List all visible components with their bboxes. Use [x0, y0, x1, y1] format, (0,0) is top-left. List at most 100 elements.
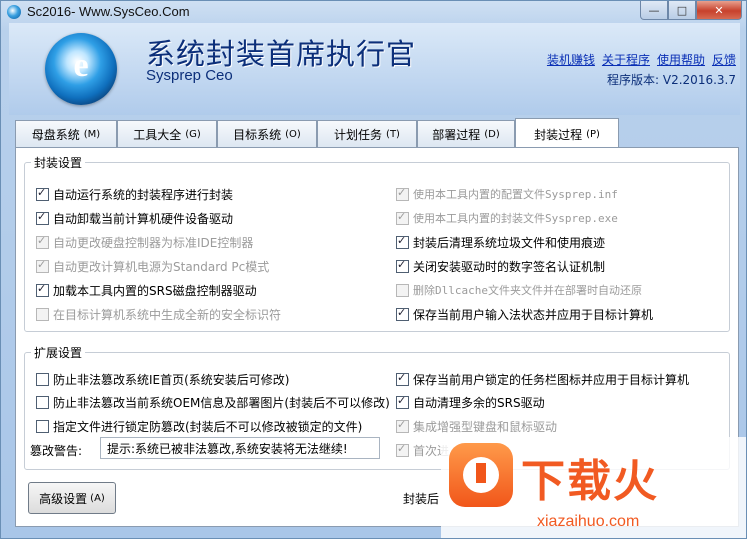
version-label: 程序版本: V2.2016.3.7: [607, 73, 736, 87]
checkbox-builtin-inf[interactable]: 使用本工具内置的配置文件Sysprep.inf: [396, 186, 618, 202]
checkbox-box[interactable]: [36, 396, 49, 409]
tab-scheduled-tasks[interactable]: 计划任务 (T): [317, 120, 417, 148]
checkbox-box[interactable]: [396, 210, 409, 225]
link-help[interactable]: 使用帮助: [657, 51, 705, 68]
header-links: 装机赚钱 关于程序 使用帮助 反馈: [547, 51, 736, 68]
checkbox-disable-signature[interactable]: 关闭安装驱动时的数字签名认证机制: [396, 258, 605, 275]
app-window: Sc2016- Www.SysCeo.Com — □ ✕ e 系统封装首席执行官…: [0, 0, 747, 539]
app-icon: [7, 5, 21, 19]
watermark-domain: xiazaihuo.com: [537, 513, 640, 530]
checkbox-box[interactable]: [396, 394, 409, 409]
checkbox-clean-srs[interactable]: 自动清理多余的SRS驱动: [396, 394, 545, 411]
app-logo-icon: e: [45, 33, 117, 105]
checkbox-box[interactable]: [36, 186, 49, 201]
checkbox-label: 自动清理多余的SRS驱动: [413, 396, 545, 410]
checkbox-box[interactable]: [36, 420, 49, 433]
checkbox-label: 自动更改计算机电源为Standard Pc模式: [53, 260, 270, 274]
tab-label: 工具大全: [133, 128, 182, 142]
checkbox-box[interactable]: [36, 282, 49, 297]
checkbox-clean-junk[interactable]: 封装后清理系统垃圾文件和使用痕迹: [396, 234, 605, 251]
tamper-warning-label: 篡改警告:: [30, 444, 83, 458]
close-button[interactable]: ✕: [696, 1, 742, 20]
watermark-title: 下载火: [521, 456, 659, 507]
seal-settings-title: 封装设置: [34, 156, 83, 170]
minimize-button[interactable]: —: [640, 1, 668, 20]
tab-label: 部署过程: [432, 128, 481, 142]
checkbox-box[interactable]: [396, 283, 409, 297]
after-seal-label: 封装后: [403, 492, 440, 506]
checkbox-label: 防止非法篡改系统IE首页(系统安装后可修改): [53, 373, 290, 387]
checkbox-label: 自动更改硬盘控制器为标准IDE控制器: [53, 236, 254, 250]
checkbox-box[interactable]: [36, 373, 49, 386]
checkbox-box[interactable]: [36, 308, 49, 321]
checkbox-label: 集成增强型键盘和鼠标驱动: [413, 420, 558, 434]
advanced-settings-button[interactable]: 高级设置 (A): [28, 482, 116, 514]
checkbox-label: 关闭安装驱动时的数字签名认证机制: [413, 260, 606, 274]
checkbox-auto-run-sysprep[interactable]: 自动运行系统的封装程序进行封装: [36, 186, 233, 203]
checkbox-lock-oem[interactable]: 防止非法篡改当前系统OEM信息及部署图片(封装后不可以修改): [36, 394, 390, 411]
checkbox-save-taskbar[interactable]: 保存当前用户锁定的任务栏图标并应用于目标计算机: [396, 371, 689, 388]
tab-target-system[interactable]: 目标系统 (O): [217, 120, 317, 148]
tab-key: (T): [386, 129, 400, 140]
checkbox-box[interactable]: [396, 371, 409, 386]
checkbox-label: 指定文件进行锁定防篡改(封装后不可以修改被锁定的文件): [53, 420, 363, 434]
checkbox-save-ime[interactable]: 保存当前用户输入法状态并应用于目标计算机: [396, 306, 653, 323]
checkbox-label: 防止非法篡改当前系统OEM信息及部署图片(封装后不可以修改): [53, 396, 390, 410]
checkbox-label: 保存当前用户输入法状态并应用于目标计算机: [413, 308, 654, 322]
tab-label: 母盘系统: [31, 128, 80, 142]
link-feedback[interactable]: 反馈: [712, 51, 736, 68]
checkbox-label: 自动卸载当前计算机硬件设备驱动: [53, 212, 234, 226]
checkbox-ide-controller[interactable]: 自动更改硬盘控制器为标准IDE控制器: [36, 234, 253, 251]
checkbox-label: 使用本工具内置的封装文件Sysprep.exe: [413, 212, 618, 225]
button-label: 高级设置: [39, 491, 88, 506]
checkbox-standard-pc[interactable]: 自动更改计算机电源为Standard Pc模式: [36, 258, 269, 275]
checkbox-uninstall-drivers[interactable]: 自动卸载当前计算机硬件设备驱动: [36, 210, 233, 227]
tab-key: (G): [185, 129, 201, 140]
window-title: Sc2016- Www.SysCeo.Com: [27, 4, 190, 19]
checkbox-box[interactable]: [396, 306, 409, 321]
tab-deploy-process[interactable]: 部署过程 (D): [417, 120, 515, 148]
tab-master-disk[interactable]: 母盘系统 (M): [15, 120, 117, 148]
tab-key: (D): [484, 129, 500, 140]
checkbox-box[interactable]: [36, 210, 49, 225]
tab-seal-process[interactable]: 封装过程 (P): [515, 118, 619, 149]
title-bar[interactable]: Sc2016- Www.SysCeo.Com — □ ✕: [1, 1, 746, 23]
tamper-warning-input[interactable]: [100, 437, 380, 459]
checkbox-label: 封装后清理系统垃圾文件和使用痕迹: [413, 236, 606, 250]
watermark-overlay: 下载火 xiazaihuo.com: [441, 437, 746, 538]
checkbox-label: 在目标计算机系统中生成全新的安全标识符: [53, 308, 282, 322]
checkbox-box[interactable]: [396, 442, 409, 457]
tab-label: 目标系统: [233, 128, 282, 142]
app-header: e 系统封装首席执行官 Sysprep Ceo 装机赚钱 关于程序 使用帮助 反…: [9, 23, 740, 115]
checkbox-new-sid[interactable]: 在目标计算机系统中生成全新的安全标识符: [36, 306, 281, 323]
link-about[interactable]: 关于程序: [602, 51, 650, 68]
checkbox-builtin-exe[interactable]: 使用本工具内置的封装文件Sysprep.exe: [396, 210, 618, 226]
checkbox-label: 加载本工具内置的SRS磁盘控制器驱动: [53, 284, 257, 298]
checkbox-label: 自动运行系统的封装程序进行封装: [53, 188, 234, 202]
checkbox-dllcache[interactable]: 删除Dllcache文件夹文件并在部署时自动还原: [396, 282, 642, 298]
tab-label: 封装过程: [534, 127, 583, 142]
checkbox-box[interactable]: [36, 258, 49, 273]
tab-tools[interactable]: 工具大全 (G): [117, 120, 217, 148]
checkbox-srs-driver[interactable]: 加载本工具内置的SRS磁盘控制器驱动: [36, 282, 257, 299]
checkbox-lock-ie-home[interactable]: 防止非法篡改系统IE首页(系统安装后可修改): [36, 371, 290, 388]
app-subtitle: Sysprep Ceo: [146, 67, 233, 84]
checkbox-box[interactable]: [396, 186, 409, 201]
checkbox-label: 删除Dllcache文件夹文件并在部署时自动还原: [413, 284, 642, 297]
checkbox-label: 使用本工具内置的配置文件Sysprep.inf: [413, 188, 618, 201]
checkbox-input-drivers[interactable]: 集成增强型键盘和鼠标驱动: [396, 418, 557, 435]
maximize-button[interactable]: □: [668, 1, 696, 20]
tab-key: (P): [586, 128, 600, 140]
tab-bar: 母盘系统 (M) 工具大全 (G) 目标系统 (O) 计划任务 (T) 部署过程 (D) …: [15, 117, 619, 149]
download-fire-logo-icon: [449, 443, 513, 507]
window-controls: — □ ✕: [640, 1, 742, 20]
link-earn[interactable]: 装机赚钱: [547, 51, 595, 68]
extended-settings-title: 扩展设置: [34, 346, 83, 360]
checkbox-box[interactable]: [396, 258, 409, 273]
checkbox-box[interactable]: [396, 234, 409, 249]
checkbox-box[interactable]: [396, 418, 409, 433]
tab-key: (O): [285, 129, 301, 140]
checkbox-lock-files[interactable]: 指定文件进行锁定防篡改(封装后不可以修改被锁定的文件): [36, 418, 362, 435]
checkbox-box[interactable]: [36, 234, 49, 249]
button-key: (A): [90, 492, 105, 504]
